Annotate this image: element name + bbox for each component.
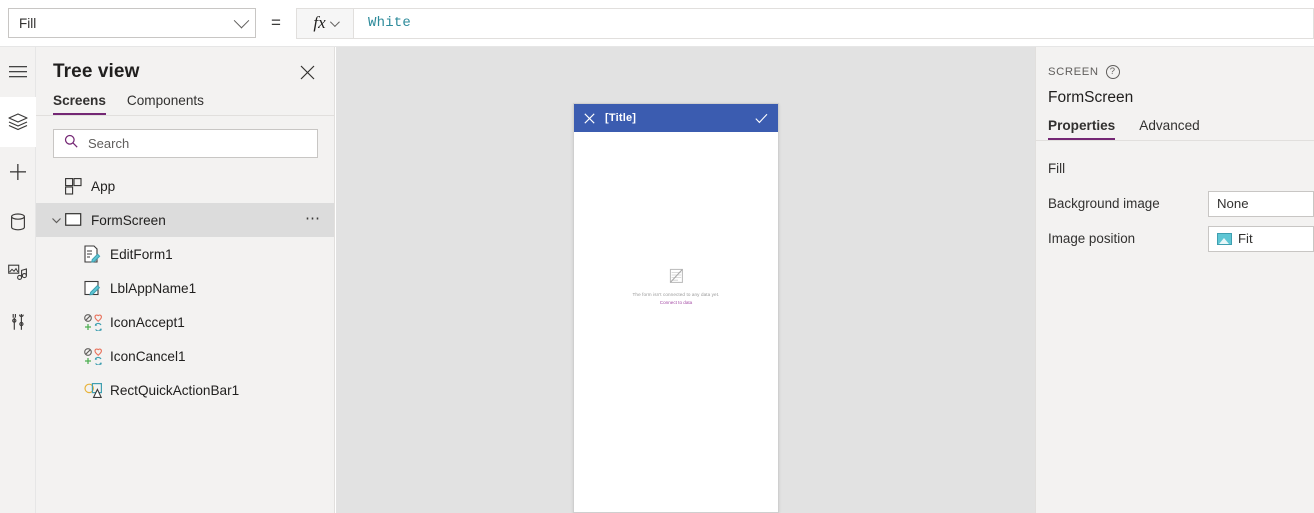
formula-bar: Fill = fx White (0, 0, 1314, 47)
rail-item-media[interactable] (0, 247, 36, 297)
close-icon[interactable] (584, 112, 595, 124)
form-placeholder-icon (669, 268, 684, 289)
insert-icon (9, 163, 27, 181)
tree-item-rectquickactionbar1[interactable]: RectQuickActionBar1 (36, 373, 334, 407)
rail-item-insert[interactable] (0, 147, 36, 197)
tab-advanced-label: Advanced (1139, 118, 1200, 133)
tree-item-lblappname1[interactable]: LblAppName1 (36, 271, 334, 305)
tree-item-iconaccept1[interactable]: IconAccept1 (36, 305, 334, 339)
tab-properties[interactable]: Properties (1048, 118, 1116, 140)
checkmark-icon[interactable] (755, 113, 768, 124)
selected-control-name: FormScreen (1048, 89, 1134, 106)
tabs-divider (36, 115, 335, 116)
property-selector-value: Fill (19, 15, 37, 31)
fx-button[interactable]: fx (296, 7, 354, 39)
tab-screens-label: Screens (53, 93, 106, 108)
hamburger-menu-icon (9, 65, 27, 79)
left-icon-rail (0, 47, 36, 513)
quick-action-bar[interactable]: [Title] (574, 104, 778, 132)
shapes-icon (84, 382, 110, 399)
properties-panel-kicker-label: SCREEN (1048, 66, 1099, 78)
formula-input[interactable]: White (354, 7, 1314, 39)
editform-icon (84, 245, 110, 263)
rail-item-advanced-tools[interactable] (0, 297, 36, 347)
power-apps-studio: Fill = fx White Tree view Screens Compon… (0, 0, 1314, 513)
chevron-down-icon (329, 16, 340, 27)
properties-panel-tabs: Properties Advanced (1036, 107, 1314, 140)
tree-item-label: LblAppName1 (110, 280, 197, 296)
tree-view-header: Tree view (36, 47, 334, 83)
form-empty-message: The form isn't connected to any data yet… (632, 292, 720, 297)
tree-item-label: FormScreen (91, 212, 166, 228)
tree-view-icon (8, 113, 28, 131)
rail-item-tree-view[interactable] (0, 97, 36, 147)
tree-item-editform1[interactable]: EditForm1 (36, 237, 334, 271)
tree-item-label: IconAccept1 (110, 314, 185, 330)
property-row-fill: Fill (1036, 151, 1314, 186)
tab-screens[interactable]: Screens (53, 93, 106, 115)
tree-item-label: IconCancel1 (110, 348, 186, 364)
image-icon (1217, 232, 1232, 245)
screen-preview[interactable]: [Title] The form isn't connected to any … (573, 103, 779, 513)
close-icon[interactable] (296, 61, 318, 83)
tree-item-formscreen[interactable]: FormScreen ⋯ (36, 203, 334, 237)
rail-item-data[interactable] (0, 197, 36, 247)
background-image-value: None (1217, 196, 1249, 211)
tree-item-label: EditForm1 (110, 246, 173, 262)
media-icon (8, 263, 28, 281)
properties-panel-kicker: SCREEN ? (1036, 47, 1314, 79)
help-icon[interactable]: ? (1105, 65, 1120, 79)
tab-properties-label: Properties (1048, 118, 1116, 133)
property-label: Image position (1048, 231, 1136, 246)
tree-view-panel: Tree view Screens Components Search App … (36, 47, 335, 513)
image-position-select[interactable]: Fit (1208, 225, 1314, 252)
data-icon (10, 213, 26, 231)
tree-view-title: Tree view (53, 61, 140, 82)
fx-icon: fx (313, 13, 326, 32)
icons-icon (84, 313, 110, 331)
tree-item-label: App (91, 178, 116, 194)
tab-components-label: Components (126, 93, 204, 108)
search-input[interactable] (86, 135, 286, 152)
tree-item-label: RectQuickActionBar1 (110, 382, 240, 398)
chevron-down-icon[interactable] (47, 215, 65, 226)
screen-icon (65, 213, 91, 227)
properties-panel: SCREEN ? FormScreen Properties Advanced … (1035, 47, 1314, 513)
overflow-menu-icon[interactable]: ⋯ (305, 209, 322, 232)
search-box[interactable] (53, 129, 318, 158)
form-empty-state: The form isn't connected to any data yet… (574, 268, 778, 305)
app-icon (65, 177, 91, 195)
rail-item-hamburger-menu[interactable] (0, 47, 36, 97)
tree-item-iconcancel1[interactable]: IconCancel1 (36, 339, 334, 373)
image-position-value: Fit (1238, 231, 1253, 246)
property-label: Fill (1048, 161, 1066, 176)
icons-icon (84, 347, 110, 365)
connect-to-data-link[interactable]: Connect to data (660, 300, 692, 305)
property-row-image-position: Image position Fit (1036, 221, 1314, 256)
background-image-select[interactable]: None (1208, 190, 1314, 217)
property-row-background-image: Background image None (1036, 186, 1314, 221)
chevron-down-icon (233, 12, 250, 28)
tree-item-list: App FormScreen ⋯ EditForm1 LblAppName1 I… (36, 169, 334, 407)
tree-view-tabs: Screens Components (36, 83, 334, 115)
property-selector[interactable]: Fill (8, 8, 256, 38)
tab-components[interactable]: Components (127, 93, 204, 115)
tab-advanced[interactable]: Advanced (1139, 118, 1199, 140)
app-canvas[interactable]: [Title] The form isn't connected to any … (336, 47, 1035, 513)
label-icon (84, 280, 110, 297)
formula-text: White (368, 15, 412, 31)
tree-item-app[interactable]: App (36, 169, 334, 203)
app-bar-title: [Title] (605, 112, 637, 124)
properties-list: Fill Background image None Image positio… (1036, 141, 1314, 256)
advanced-tools-icon (10, 313, 26, 331)
property-label: Background image (1048, 196, 1160, 211)
equals-sign: = (271, 13, 281, 32)
search-icon (64, 134, 78, 153)
